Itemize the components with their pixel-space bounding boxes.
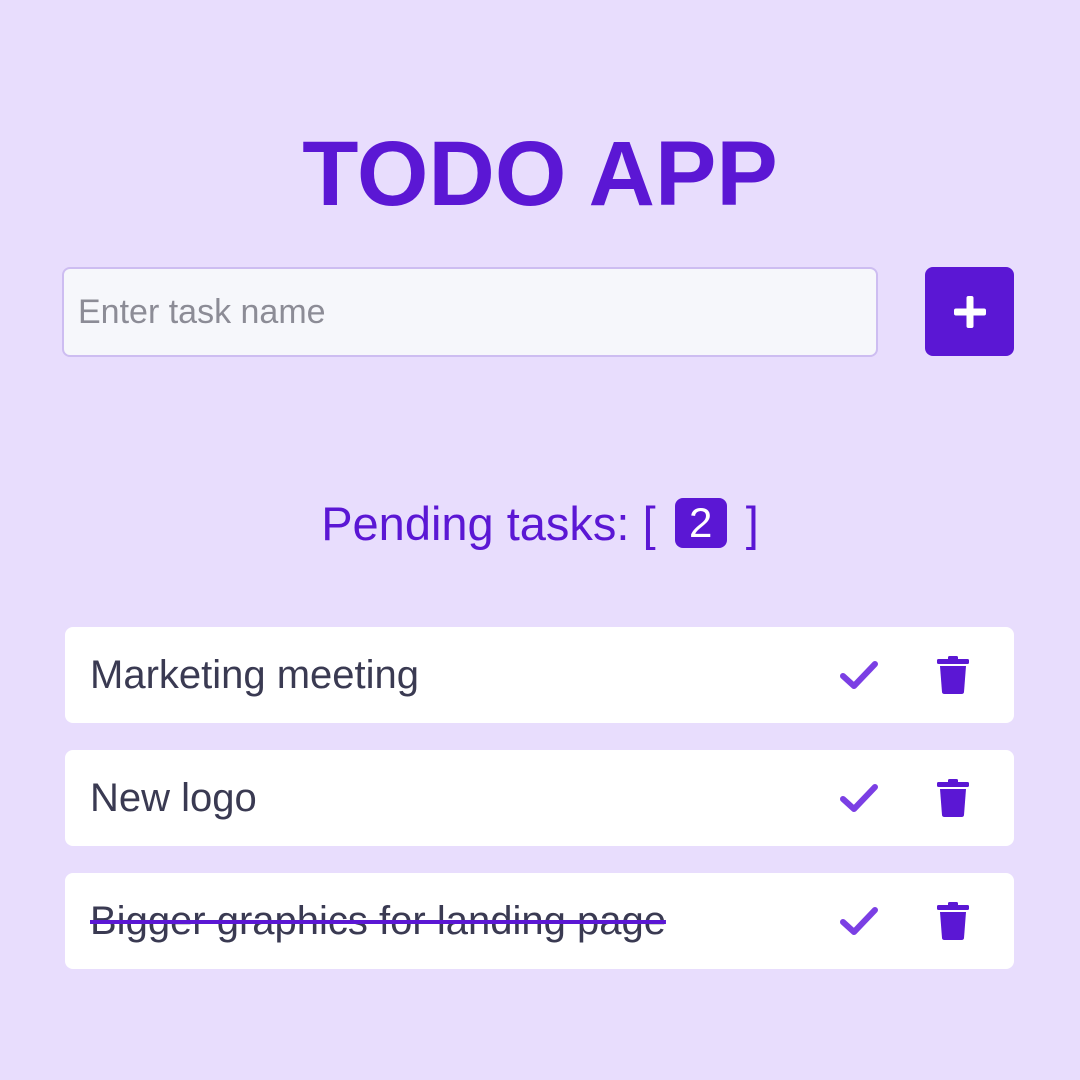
task-name-input[interactable]: [62, 267, 878, 357]
task-name: Bigger graphics for landing page: [90, 899, 666, 943]
check-icon[interactable]: [839, 657, 879, 693]
task-name: New logo: [90, 776, 257, 820]
pending-count-badge: 2: [674, 498, 727, 548]
pending-tasks-counter: Pending tasks: [ 2 ]: [0, 496, 1080, 552]
check-icon[interactable]: [839, 903, 879, 939]
trash-icon[interactable]: [936, 655, 970, 695]
check-icon[interactable]: [839, 780, 879, 816]
task-name: Marketing meeting: [90, 653, 420, 697]
pending-close-bracket: ]: [745, 497, 759, 550]
trash-icon[interactable]: [936, 901, 970, 941]
trash-icon[interactable]: [936, 778, 970, 818]
plus-icon: [953, 295, 986, 328]
pending-open-bracket: [: [642, 497, 656, 550]
task-list: Marketing meeting New logo Bigger graphi…: [65, 627, 1014, 996]
task-item: New logo: [65, 750, 1014, 846]
add-task-button[interactable]: [925, 267, 1014, 356]
task-item: Marketing meeting: [65, 627, 1014, 723]
app-title: TODO APP: [302, 122, 778, 225]
pending-tasks-label: Pending tasks:: [321, 497, 630, 550]
task-item-completed: Bigger graphics for landing page: [65, 873, 1014, 969]
